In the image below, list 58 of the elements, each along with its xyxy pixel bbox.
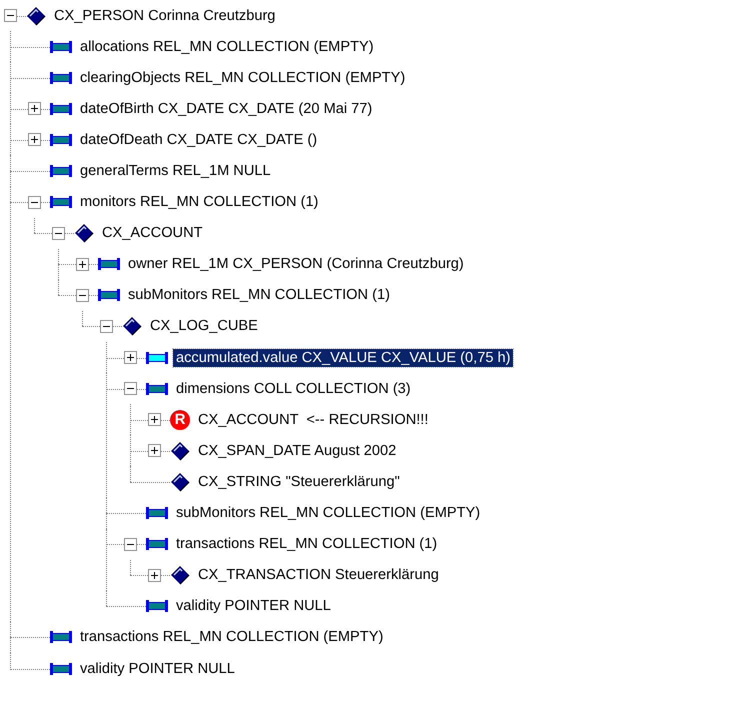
node-label[interactable]: dateOfDeath CX_DATE CX_DATE () <box>77 130 320 149</box>
node-label[interactable]: dateOfBirth CX_DATE CX_DATE (20 Mai 77) <box>77 100 376 118</box>
node-label[interactable]: transactions REL_MN COLLECTION (1) <box>173 535 440 554</box>
bar-icon <box>50 195 72 210</box>
expand-toggle[interactable] <box>28 133 41 146</box>
bar-icon <box>50 40 72 54</box>
node-label[interactable]: owner REL_1M CX_PERSON (Corinna Creutzburg) <box>125 255 467 274</box>
bar-icon <box>50 132 72 147</box>
diamond-icon <box>74 223 94 244</box>
node-label[interactable]: monitors REL_MN COLLECTION (1) <box>77 193 322 212</box>
diamond-icon <box>170 472 190 492</box>
node-label[interactable]: subMonitors REL_MN COLLECTION (EMPTY) <box>173 504 484 522</box>
bar-icon <box>146 506 168 520</box>
node-label[interactable]: CX_PERSON Corinna Creutzburg <box>51 6 278 25</box>
expand-toggle[interactable] <box>28 102 41 116</box>
diamond-icon <box>170 565 190 586</box>
bar-icon <box>50 102 72 116</box>
bar-icon <box>146 537 168 552</box>
collapse-toggle[interactable] <box>28 196 41 209</box>
collapse-toggle[interactable] <box>76 288 89 302</box>
expand-toggle[interactable] <box>148 444 161 458</box>
node-label[interactable]: generalTerms REL_1M NULL <box>77 162 274 180</box>
diamond-icon <box>170 440 190 461</box>
expand-toggle[interactable] <box>148 568 161 582</box>
node-label[interactable]: dimensions COLL COLLECTION (3) <box>173 380 414 398</box>
recursion-badge: R <box>170 410 190 430</box>
bar-icon <box>146 350 168 365</box>
bar-icon <box>50 70 72 85</box>
node-label[interactable]: CX_STRING "Steuererklärung" <box>195 472 403 491</box>
node-label[interactable]: allocations REL_MN COLLECTION (EMPTY) <box>77 38 377 56</box>
bar-icon <box>98 288 120 302</box>
diamond-icon <box>122 316 142 336</box>
diamond-icon <box>26 6 46 26</box>
node-label[interactable]: CX_ACCOUNT <box>99 224 206 242</box>
bar-icon <box>50 630 72 644</box>
node-label[interactable]: validity POINTER NULL <box>173 597 334 616</box>
node-label[interactable]: CX_SPAN_DATE August 2002 <box>195 442 400 460</box>
bar-icon <box>146 599 168 614</box>
collapse-toggle[interactable] <box>124 538 137 551</box>
collapse-toggle[interactable] <box>4 9 17 22</box>
node-label[interactable]: accumulated.value CX_VALUE CX_VALUE (0,75 h) <box>173 348 514 367</box>
collapse-toggle[interactable] <box>52 226 65 240</box>
collapse-toggle[interactable] <box>124 382 137 396</box>
node-label[interactable]: CX_TRANSACTION Steuererklärung <box>195 566 442 584</box>
node-label[interactable]: clearingObjects REL_MN COLLECTION (EMPTY) <box>77 68 408 87</box>
node-label[interactable]: transactions REL_MN COLLECTION (EMPTY) <box>77 628 386 646</box>
node-label[interactable]: subMonitors REL_MN COLLECTION (1) <box>125 286 393 304</box>
bar-icon <box>50 164 72 178</box>
bar-icon <box>50 662 72 676</box>
collapse-toggle[interactable] <box>100 320 113 333</box>
node-label[interactable]: CX_ACCOUNT <-- RECURSION!!! <box>195 410 432 429</box>
bar-icon <box>98 257 120 272</box>
expand-toggle[interactable] <box>124 351 137 364</box>
node-label[interactable]: validity POINTER NULL <box>77 660 238 678</box>
bar-icon <box>146 382 168 396</box>
expand-toggle[interactable] <box>76 258 89 271</box>
node-label[interactable]: CX_LOG_CUBE <box>147 317 261 336</box>
expand-toggle[interactable] <box>148 413 161 426</box>
